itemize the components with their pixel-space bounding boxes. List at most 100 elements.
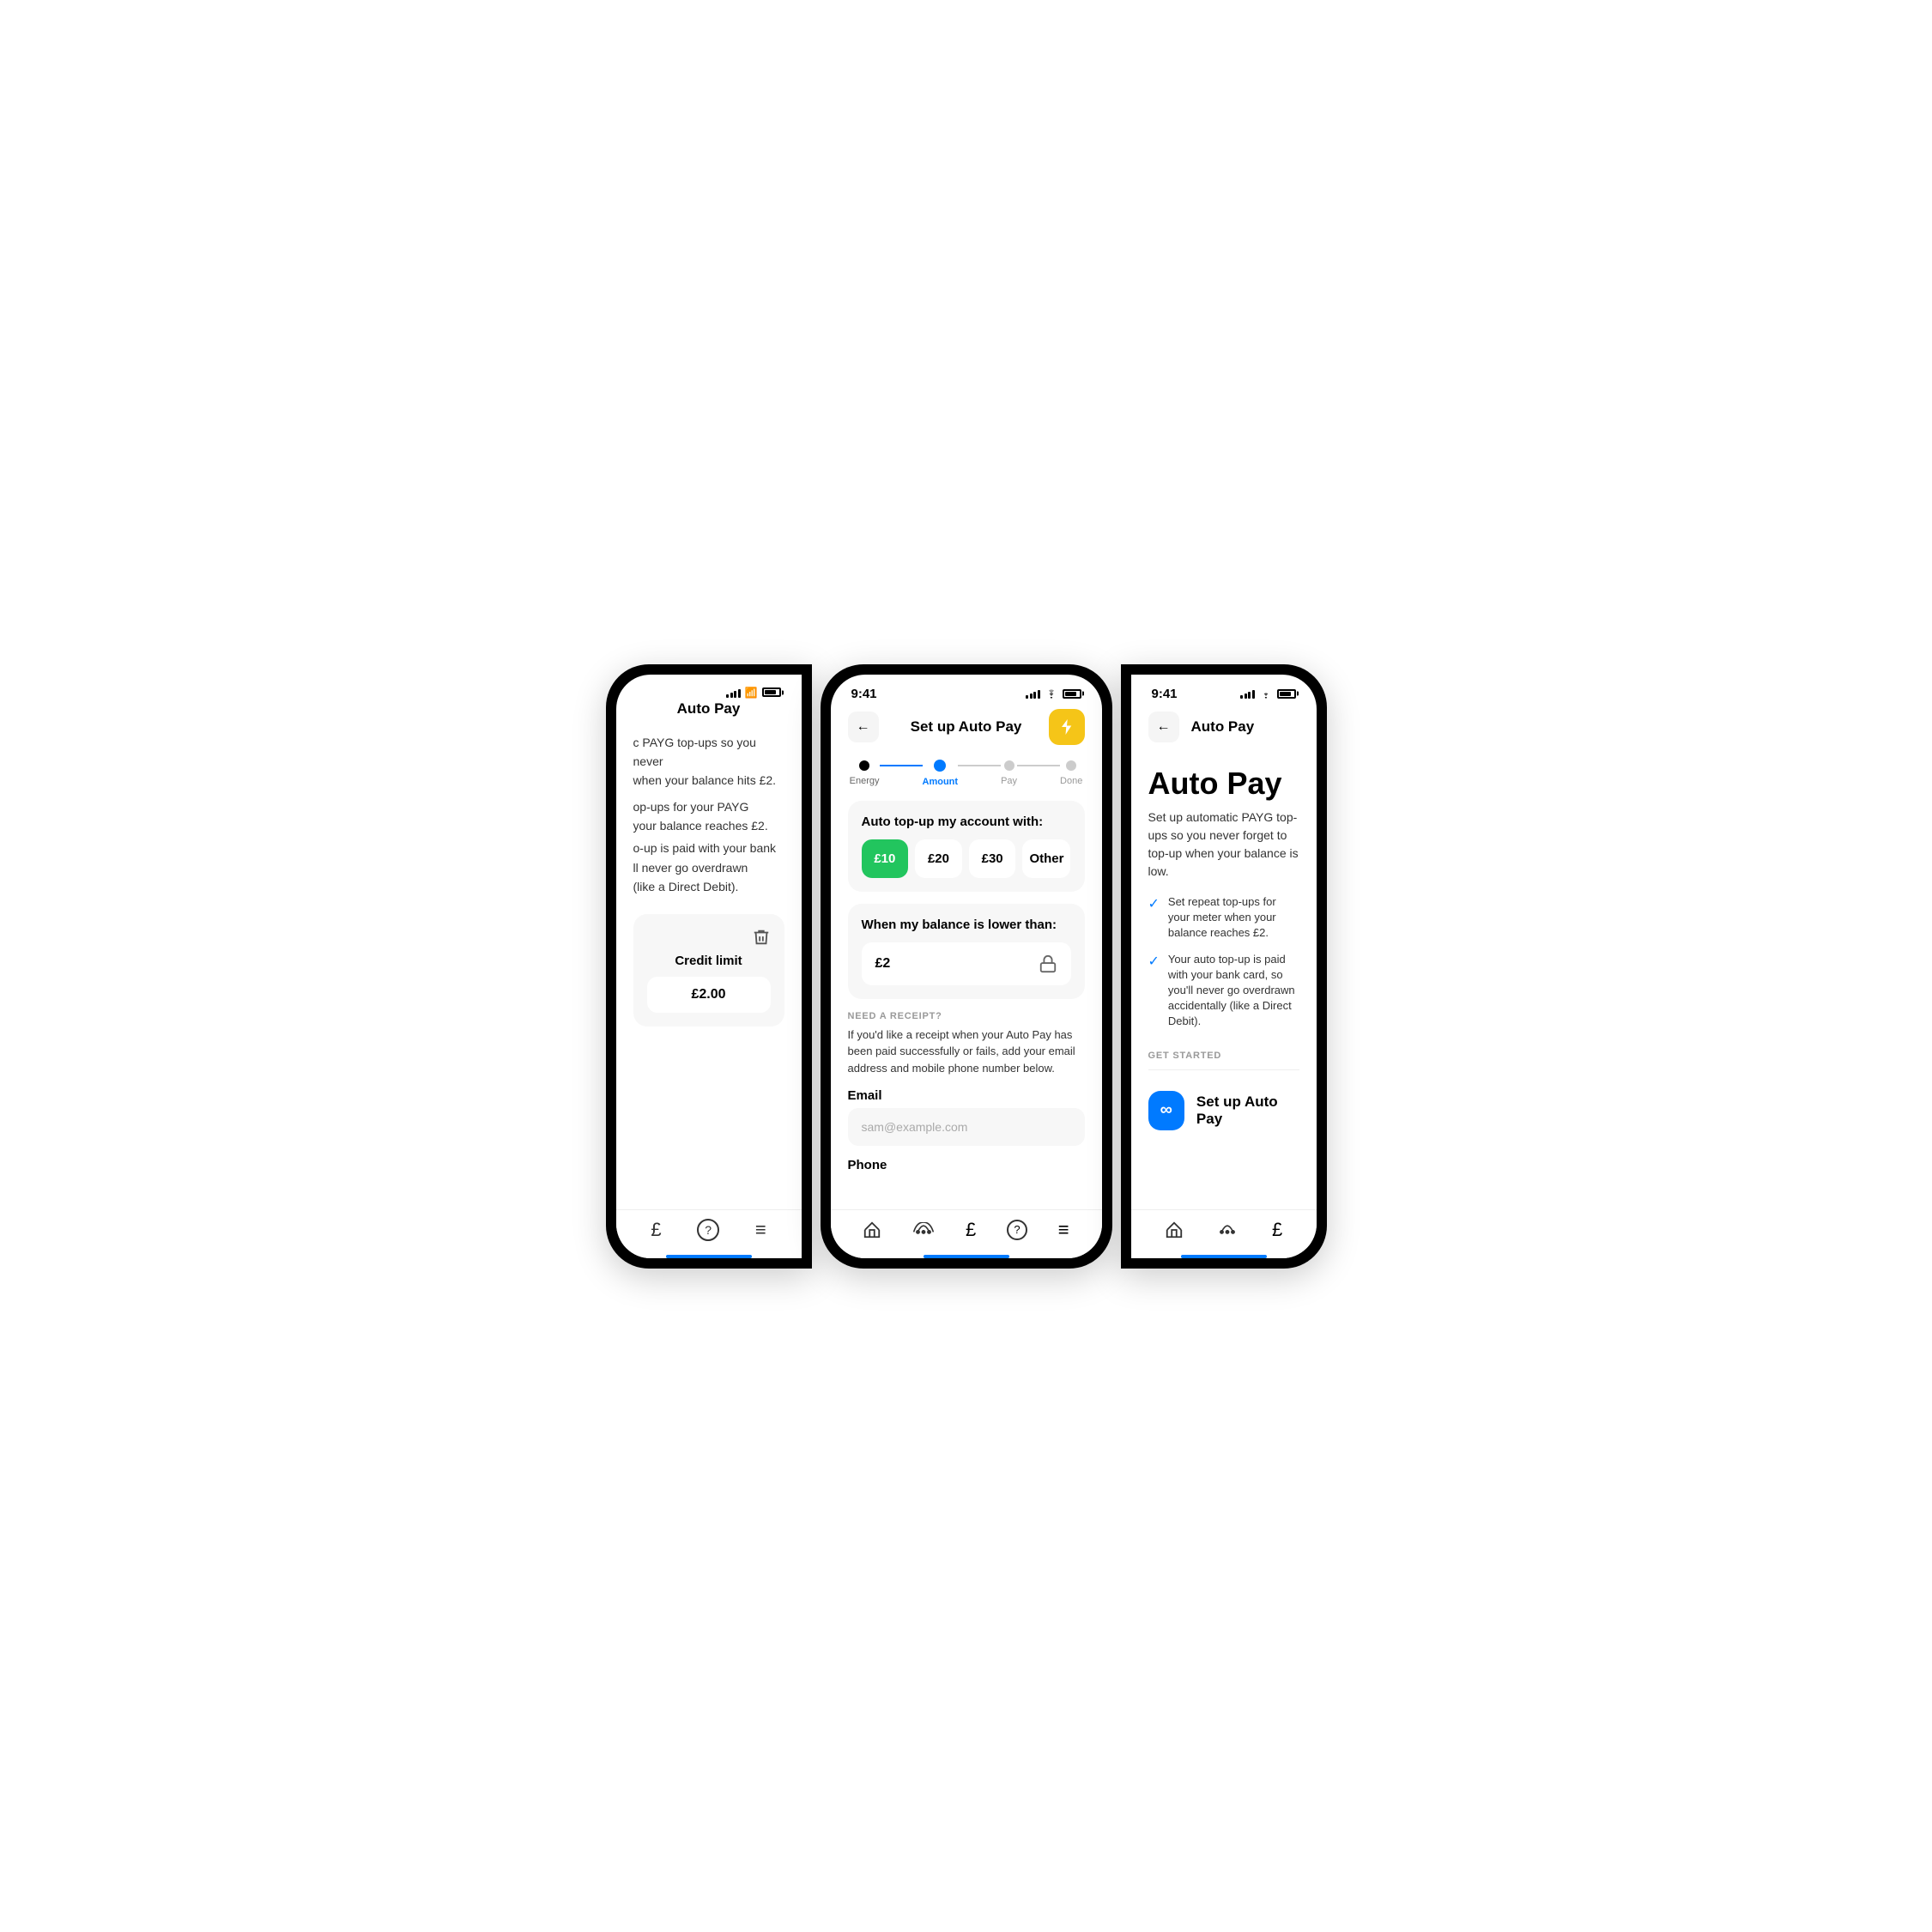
center-menu-icon: ≡ (1058, 1219, 1069, 1241)
right-content: Auto Pay Set up automatic PAYG top-ups s… (1131, 749, 1317, 1156)
right-nav-account[interactable]: £ (1272, 1219, 1282, 1241)
receipt-label: NEED A RECEIPT? (848, 1011, 1085, 1021)
right-nav-network[interactable] (1216, 1222, 1239, 1238)
center-nav-account[interactable]: £ (966, 1219, 976, 1241)
center-nav-help[interactable]: ? (1007, 1220, 1027, 1240)
left-status-bar: 📶 (616, 675, 802, 702)
center-bottom-nav: £ ? ≡ (831, 1209, 1102, 1258)
center-nav-home[interactable] (863, 1220, 881, 1239)
stepper-dot-pay (1004, 760, 1014, 771)
credit-limit-value: £2.00 (647, 977, 771, 1013)
amount-grid: £10 £20 £30 Other (862, 839, 1071, 878)
feature-text-2: Your auto top-up is paid with your bank … (1168, 952, 1299, 1030)
credit-limit-card: Credit limit £2.00 (633, 914, 784, 1027)
left-phone-frame: 📶 Auto Pay c PAYG top-ups so you never w… (606, 664, 812, 1269)
email-field-label: Email (848, 1088, 1085, 1103)
autopay-main-title: Auto Pay (1148, 766, 1299, 801)
email-input[interactable]: sam@example.com (848, 1108, 1085, 1146)
lightning-button[interactable] (1049, 709, 1085, 745)
trash-icon-container (647, 928, 771, 947)
right-time: 9:41 (1152, 687, 1178, 701)
back-arrow-icon: ← (857, 719, 870, 735)
center-nav-title: Set up Auto Pay (911, 718, 1022, 736)
right-status-bar: 9:41 (1131, 675, 1317, 705)
left-nav-help[interactable]: ? (697, 1219, 719, 1241)
center-nav-network[interactable] (912, 1222, 935, 1238)
balance-input-row: £2 (862, 942, 1071, 985)
stepper-label-pay: Pay (1001, 776, 1017, 786)
center-nav-bar: ← Set up Auto Pay (831, 705, 1102, 749)
amount-other-btn[interactable]: Other (1022, 839, 1070, 878)
menu-icon: ≡ (755, 1219, 766, 1241)
left-nav-pounds[interactable]: £ (651, 1219, 661, 1241)
balance-value: £2 (875, 956, 891, 972)
amount-30-btn[interactable]: £30 (969, 839, 1016, 878)
check-icon-1: ✓ (1148, 895, 1160, 914)
left-nav-menu[interactable]: ≡ (755, 1219, 766, 1241)
receipt-section: NEED A RECEIPT? If you'd like a receipt … (848, 1011, 1085, 1173)
help-icon: ? (697, 1219, 719, 1241)
right-phone-frame: 9:41 (1121, 664, 1327, 1269)
stepper-dot-energy (859, 760, 869, 771)
feature-item-2: ✓ Your auto top-up is paid with your ban… (1148, 952, 1299, 1030)
center-nav-menu[interactable]: ≡ (1058, 1219, 1069, 1241)
network-icon (912, 1222, 935, 1238)
lock-icon (1039, 954, 1057, 973)
center-time: 9:41 (851, 687, 877, 701)
stepper-line-2 (958, 765, 1001, 766)
left-bottom-nav: £ ? ≡ (616, 1209, 802, 1258)
stepper-done: Done (1060, 760, 1082, 786)
balance-card-title: When my balance is lower than: (862, 918, 1071, 932)
stepper-line-3 (1017, 765, 1060, 766)
right-signal (1240, 688, 1255, 699)
right-home-icon (1165, 1220, 1184, 1239)
stepper-pay: Pay (1001, 760, 1017, 786)
wifi-icon: 📶 (745, 687, 758, 699)
setup-btn-label: Set up Auto Pay (1196, 1093, 1299, 1128)
stepper-label-done: Done (1060, 776, 1082, 786)
left-nav-title: Auto Pay (677, 700, 741, 718)
infinity-icon: ∞ (1160, 1100, 1172, 1120)
amount-10-btn[interactable]: £10 (862, 839, 909, 878)
autopay-desc: Set up automatic PAYG top-ups so you nev… (1148, 809, 1299, 881)
center-status-icons (1026, 688, 1081, 699)
amount-20-btn[interactable]: £20 (915, 839, 962, 878)
stepper-energy: Energy (850, 760, 880, 786)
feature-item-1: ✓ Set repeat top-ups for your meter when… (1148, 894, 1299, 942)
right-network-icon (1216, 1222, 1239, 1238)
setup-autopay-button[interactable]: ∞ Set up Auto Pay (1148, 1082, 1299, 1139)
right-nav-home[interactable] (1165, 1220, 1184, 1239)
stepper-dot-done (1066, 760, 1076, 771)
lightning-icon (1059, 718, 1075, 736)
right-wifi (1259, 688, 1273, 699)
check-icon-2: ✓ (1148, 953, 1160, 972)
center-bottom-indicator (924, 1255, 1009, 1258)
left-desc-3: o-up is paid with your bank ll never go … (633, 839, 784, 896)
stepper-line-1 (880, 765, 923, 766)
home-icon (863, 1220, 881, 1239)
account-icon: £ (966, 1219, 976, 1241)
credit-limit-title: Credit limit (647, 954, 771, 968)
progress-stepper: Energy Amount Pay Done (831, 749, 1102, 790)
center-battery (1063, 689, 1081, 699)
back-button[interactable]: ← (848, 712, 879, 742)
receipt-desc: If you'd like a receipt when your Auto P… (848, 1027, 1085, 1077)
center-signal (1026, 688, 1040, 699)
trash-icon[interactable] (752, 928, 771, 947)
phone-field-label: Phone (848, 1158, 1085, 1172)
feature-list: ✓ Set repeat top-ups for your meter when… (1148, 894, 1299, 1030)
right-status-icons (1240, 688, 1296, 699)
right-phone-screen: 9:41 (1131, 675, 1317, 1258)
stepper-amount: Amount (923, 760, 959, 787)
right-account-icon: £ (1272, 1219, 1282, 1241)
left-bottom-indicator (666, 1255, 752, 1258)
right-back-button[interactable]: ← (1148, 712, 1179, 742)
battery-icon (762, 687, 781, 697)
stepper-label-amount: Amount (923, 777, 959, 787)
right-back-arrow-icon: ← (1157, 719, 1171, 735)
amount-card: Auto top-up my account with: £10 £20 £30… (848, 801, 1085, 892)
left-status-icons: 📶 (726, 687, 780, 699)
center-status-bar: 9:41 (831, 675, 1102, 705)
left-desc-2: op-ups for your PAYG your balance reache… (633, 797, 784, 836)
center-help-icon: ? (1007, 1220, 1027, 1240)
